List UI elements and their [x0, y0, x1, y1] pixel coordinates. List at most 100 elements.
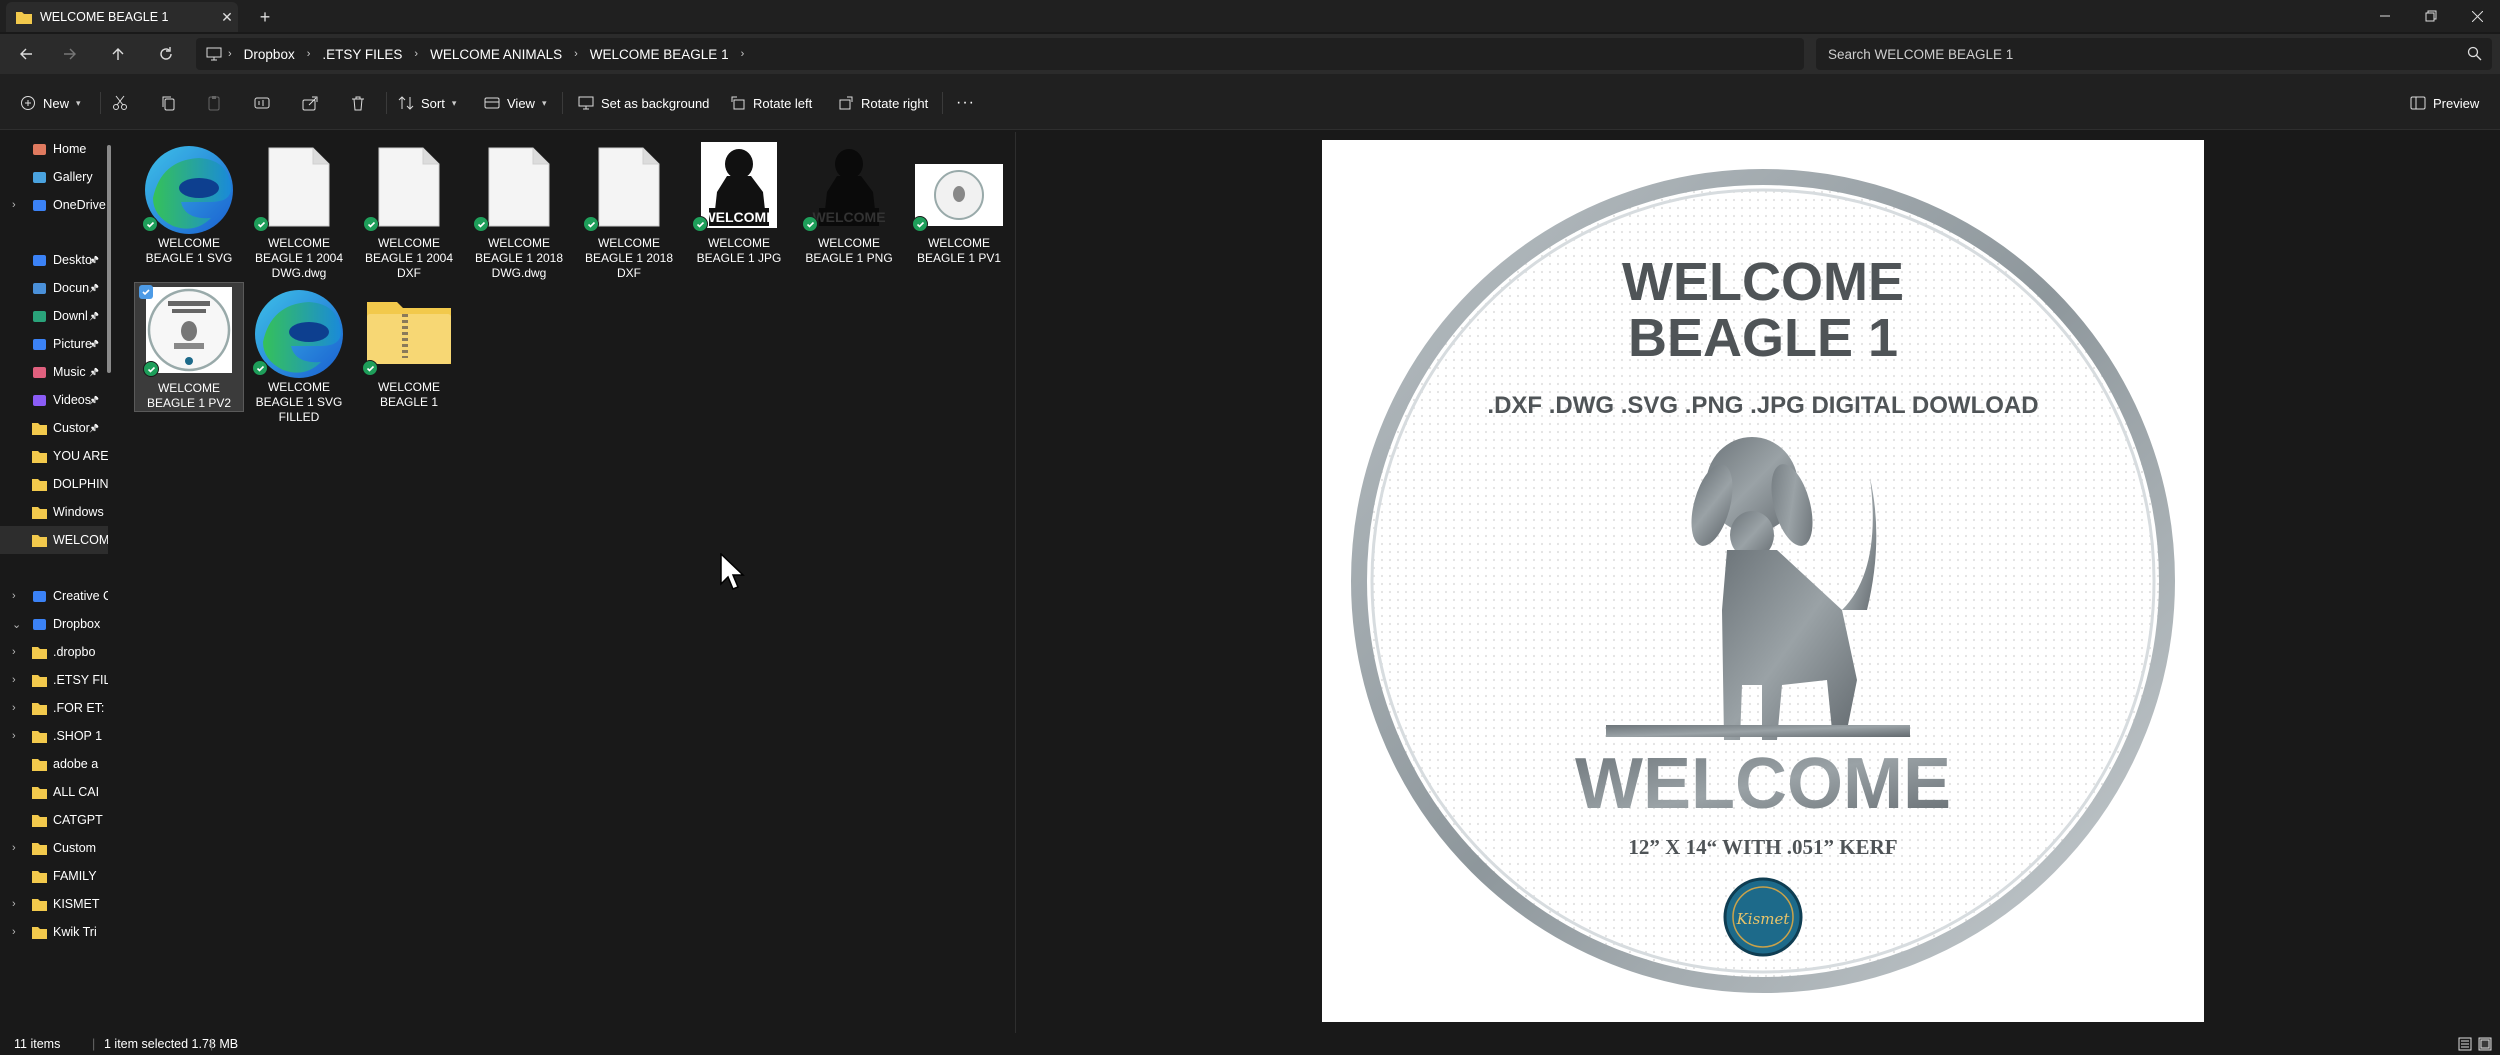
- forward-button[interactable]: [58, 42, 82, 66]
- breadcrumb[interactable]: › Dropbox › .ETSY FILES › WELCOME ANIMAL…: [196, 38, 1804, 70]
- sidebar-item[interactable]: ALL CAI: [0, 778, 108, 806]
- sidebar-item[interactable]: FAMILY: [0, 862, 108, 890]
- chevron-right-icon[interactable]: ›: [12, 199, 16, 211]
- pin-icon[interactable]: 📌: [89, 368, 99, 377]
- pin-icon[interactable]: 📌: [89, 340, 99, 349]
- sidebar-item[interactable]: Windows: [0, 498, 108, 526]
- sidebar-item[interactable]: › .dropbo: [0, 638, 108, 666]
- chevron-right-icon[interactable]: ›: [12, 646, 16, 658]
- new-tab-button[interactable]: +: [254, 6, 276, 28]
- sidebar-item[interactable]: › Custom: [0, 834, 108, 862]
- chevron-right-icon[interactable]: ›: [12, 702, 16, 714]
- sidebar-item[interactable]: YOU ARE: [0, 442, 108, 470]
- file-item[interactable]: WELCOME BEAGLE 1 PV1: [904, 138, 1014, 268]
- breadcrumb-item[interactable]: WELCOME ANIMALS: [424, 47, 568, 62]
- window-tab[interactable]: WELCOME BEAGLE 1 ✕: [6, 2, 238, 32]
- chevron-right-icon[interactable]: ›: [12, 674, 16, 686]
- preview-pane-button[interactable]: Preview: [2410, 90, 2479, 116]
- sidebar-item[interactable]: Home: [0, 135, 108, 163]
- close-tab-icon[interactable]: ✕: [216, 9, 238, 26]
- search-input[interactable]: Search WELCOME BEAGLE 1: [1816, 38, 2492, 70]
- file-item[interactable]: WELCOME WELCOME BEAGLE 1 JPG: [684, 138, 794, 268]
- details-view-icon[interactable]: [2458, 1037, 2472, 1051]
- pin-icon[interactable]: 📌: [89, 312, 99, 321]
- sidebar-item[interactable]: Docun 📌: [0, 274, 108, 302]
- chevron-right-icon[interactable]: ›: [12, 926, 16, 938]
- minimize-button[interactable]: [2362, 0, 2408, 32]
- sidebar-item[interactable]: Picture 📌: [0, 330, 108, 358]
- chevron-right-icon[interactable]: ›: [12, 898, 16, 910]
- chevron-right-icon[interactable]: ›: [12, 842, 16, 854]
- delete-button[interactable]: [350, 90, 366, 116]
- breadcrumb-item[interactable]: .ETSY FILES: [316, 47, 408, 62]
- pin-icon[interactable]: 📌: [89, 256, 99, 265]
- file-item[interactable]: WELCOME BEAGLE 1 2018 DWG.dwg: [464, 138, 574, 282]
- sidebar-item[interactable]: ⌄ Dropbox: [0, 610, 108, 638]
- toolbar-divider: [386, 92, 387, 114]
- pane-divider[interactable]: [1015, 132, 1016, 1035]
- folder-icon: [32, 926, 47, 939]
- set-as-background-button[interactable]: Set as background: [578, 90, 709, 116]
- chevron-down-icon[interactable]: ⌄: [12, 618, 21, 631]
- sidebar-item[interactable]: Videos 📌: [0, 386, 108, 414]
- file-list: WELCOME BEAGLE 1 SVG WELCOME BEAGLE 1 2004 D…: [124, 132, 1014, 1035]
- sidebar-item[interactable]: › .ETSY FIL: [0, 666, 108, 694]
- sidebar-item[interactable]: Music 📌: [0, 358, 108, 386]
- close-window-button[interactable]: [2454, 0, 2500, 32]
- view-button[interactable]: View ▾: [484, 90, 546, 116]
- folder-icon: [32, 814, 47, 827]
- file-item[interactable]: WELCOME BEAGLE 1: [354, 282, 464, 412]
- more-options-button[interactable]: ···: [956, 90, 975, 116]
- file-item[interactable]: WELCOME BEAGLE 1 2004 DXF: [354, 138, 464, 282]
- new-button[interactable]: New ▾: [20, 90, 81, 116]
- breadcrumb-item[interactable]: WELCOME BEAGLE 1: [584, 47, 735, 62]
- file-item[interactable]: WELCOME BEAGLE 1 PV2: [134, 282, 244, 412]
- sidebar-item[interactable]: › Creative C: [0, 582, 108, 610]
- sidebar-item[interactable]: › OneDrive: [0, 191, 108, 219]
- file-item[interactable]: WELCOME BEAGLE 1 SVG: [134, 138, 244, 268]
- sidebar-item[interactable]: WELCOM: [0, 526, 108, 554]
- sidebar-item[interactable]: adobe a: [0, 750, 108, 778]
- sidebar-item[interactable]: DOLPHIN: [0, 470, 108, 498]
- pin-icon[interactable]: 📌: [89, 284, 99, 293]
- sidebar-item[interactable]: Deskto 📌: [0, 246, 108, 274]
- sidebar-item[interactable]: › Kwik Tri: [0, 918, 108, 946]
- cut-button[interactable]: [112, 90, 128, 116]
- copy-button[interactable]: [160, 90, 176, 116]
- paste-button[interactable]: [206, 90, 222, 116]
- file-item[interactable]: WELCOME BEAGLE 1 2018 DXF: [574, 138, 684, 282]
- restore-button[interactable]: [2408, 0, 2454, 32]
- rotate-left-button[interactable]: Rotate left: [730, 90, 812, 116]
- document-icon: [488, 147, 550, 227]
- documents-icon: [33, 282, 46, 294]
- tiles-view-icon[interactable]: [2478, 1037, 2492, 1051]
- file-name-line: BEAGLE 1 SVG: [145, 251, 233, 265]
- rotate-right-button[interactable]: Rotate right: [838, 90, 928, 116]
- sidebar-scrollbar[interactable]: [107, 145, 111, 373]
- sidebar-item[interactable]: › KISMET: [0, 890, 108, 918]
- share-button[interactable]: [302, 90, 318, 116]
- breadcrumb-item[interactable]: Dropbox: [238, 47, 301, 62]
- sidebar-item[interactable]: › .SHOP 1: [0, 722, 108, 750]
- refresh-button[interactable]: [154, 42, 178, 66]
- chevron-right-icon[interactable]: ›: [12, 730, 16, 742]
- chevron-right-icon[interactable]: ›: [735, 48, 751, 60]
- sidebar-item[interactable]: Downl 📌: [0, 302, 108, 330]
- selection-checkbox[interactable]: [139, 285, 153, 299]
- file-item[interactable]: WELCOME BEAGLE 1 SVG FILLED: [244, 282, 354, 426]
- sidebar-item[interactable]: › .FOR ET:: [0, 694, 108, 722]
- sidebar-item[interactable]: Custor 📌: [0, 414, 108, 442]
- rename-button[interactable]: [254, 90, 270, 116]
- file-name: WELCOME BEAGLE 1: [354, 380, 464, 410]
- sidebar-item[interactable]: CATGPT: [0, 806, 108, 834]
- file-item[interactable]: WELCOME WELCOME BEAGLE 1 PNG: [794, 138, 904, 268]
- up-button[interactable]: [106, 42, 130, 66]
- file-item[interactable]: WELCOME BEAGLE 1 2004 DWG.dwg: [244, 138, 354, 282]
- pin-icon[interactable]: 📌: [89, 396, 99, 405]
- pin-icon[interactable]: 📌: [89, 424, 99, 433]
- back-button[interactable]: [14, 42, 38, 66]
- search-placeholder: Search WELCOME BEAGLE 1: [1828, 46, 2014, 62]
- sort-button[interactable]: Sort ▾: [398, 90, 456, 116]
- chevron-right-icon[interactable]: ›: [12, 590, 16, 602]
- sidebar-item[interactable]: Gallery: [0, 163, 108, 191]
